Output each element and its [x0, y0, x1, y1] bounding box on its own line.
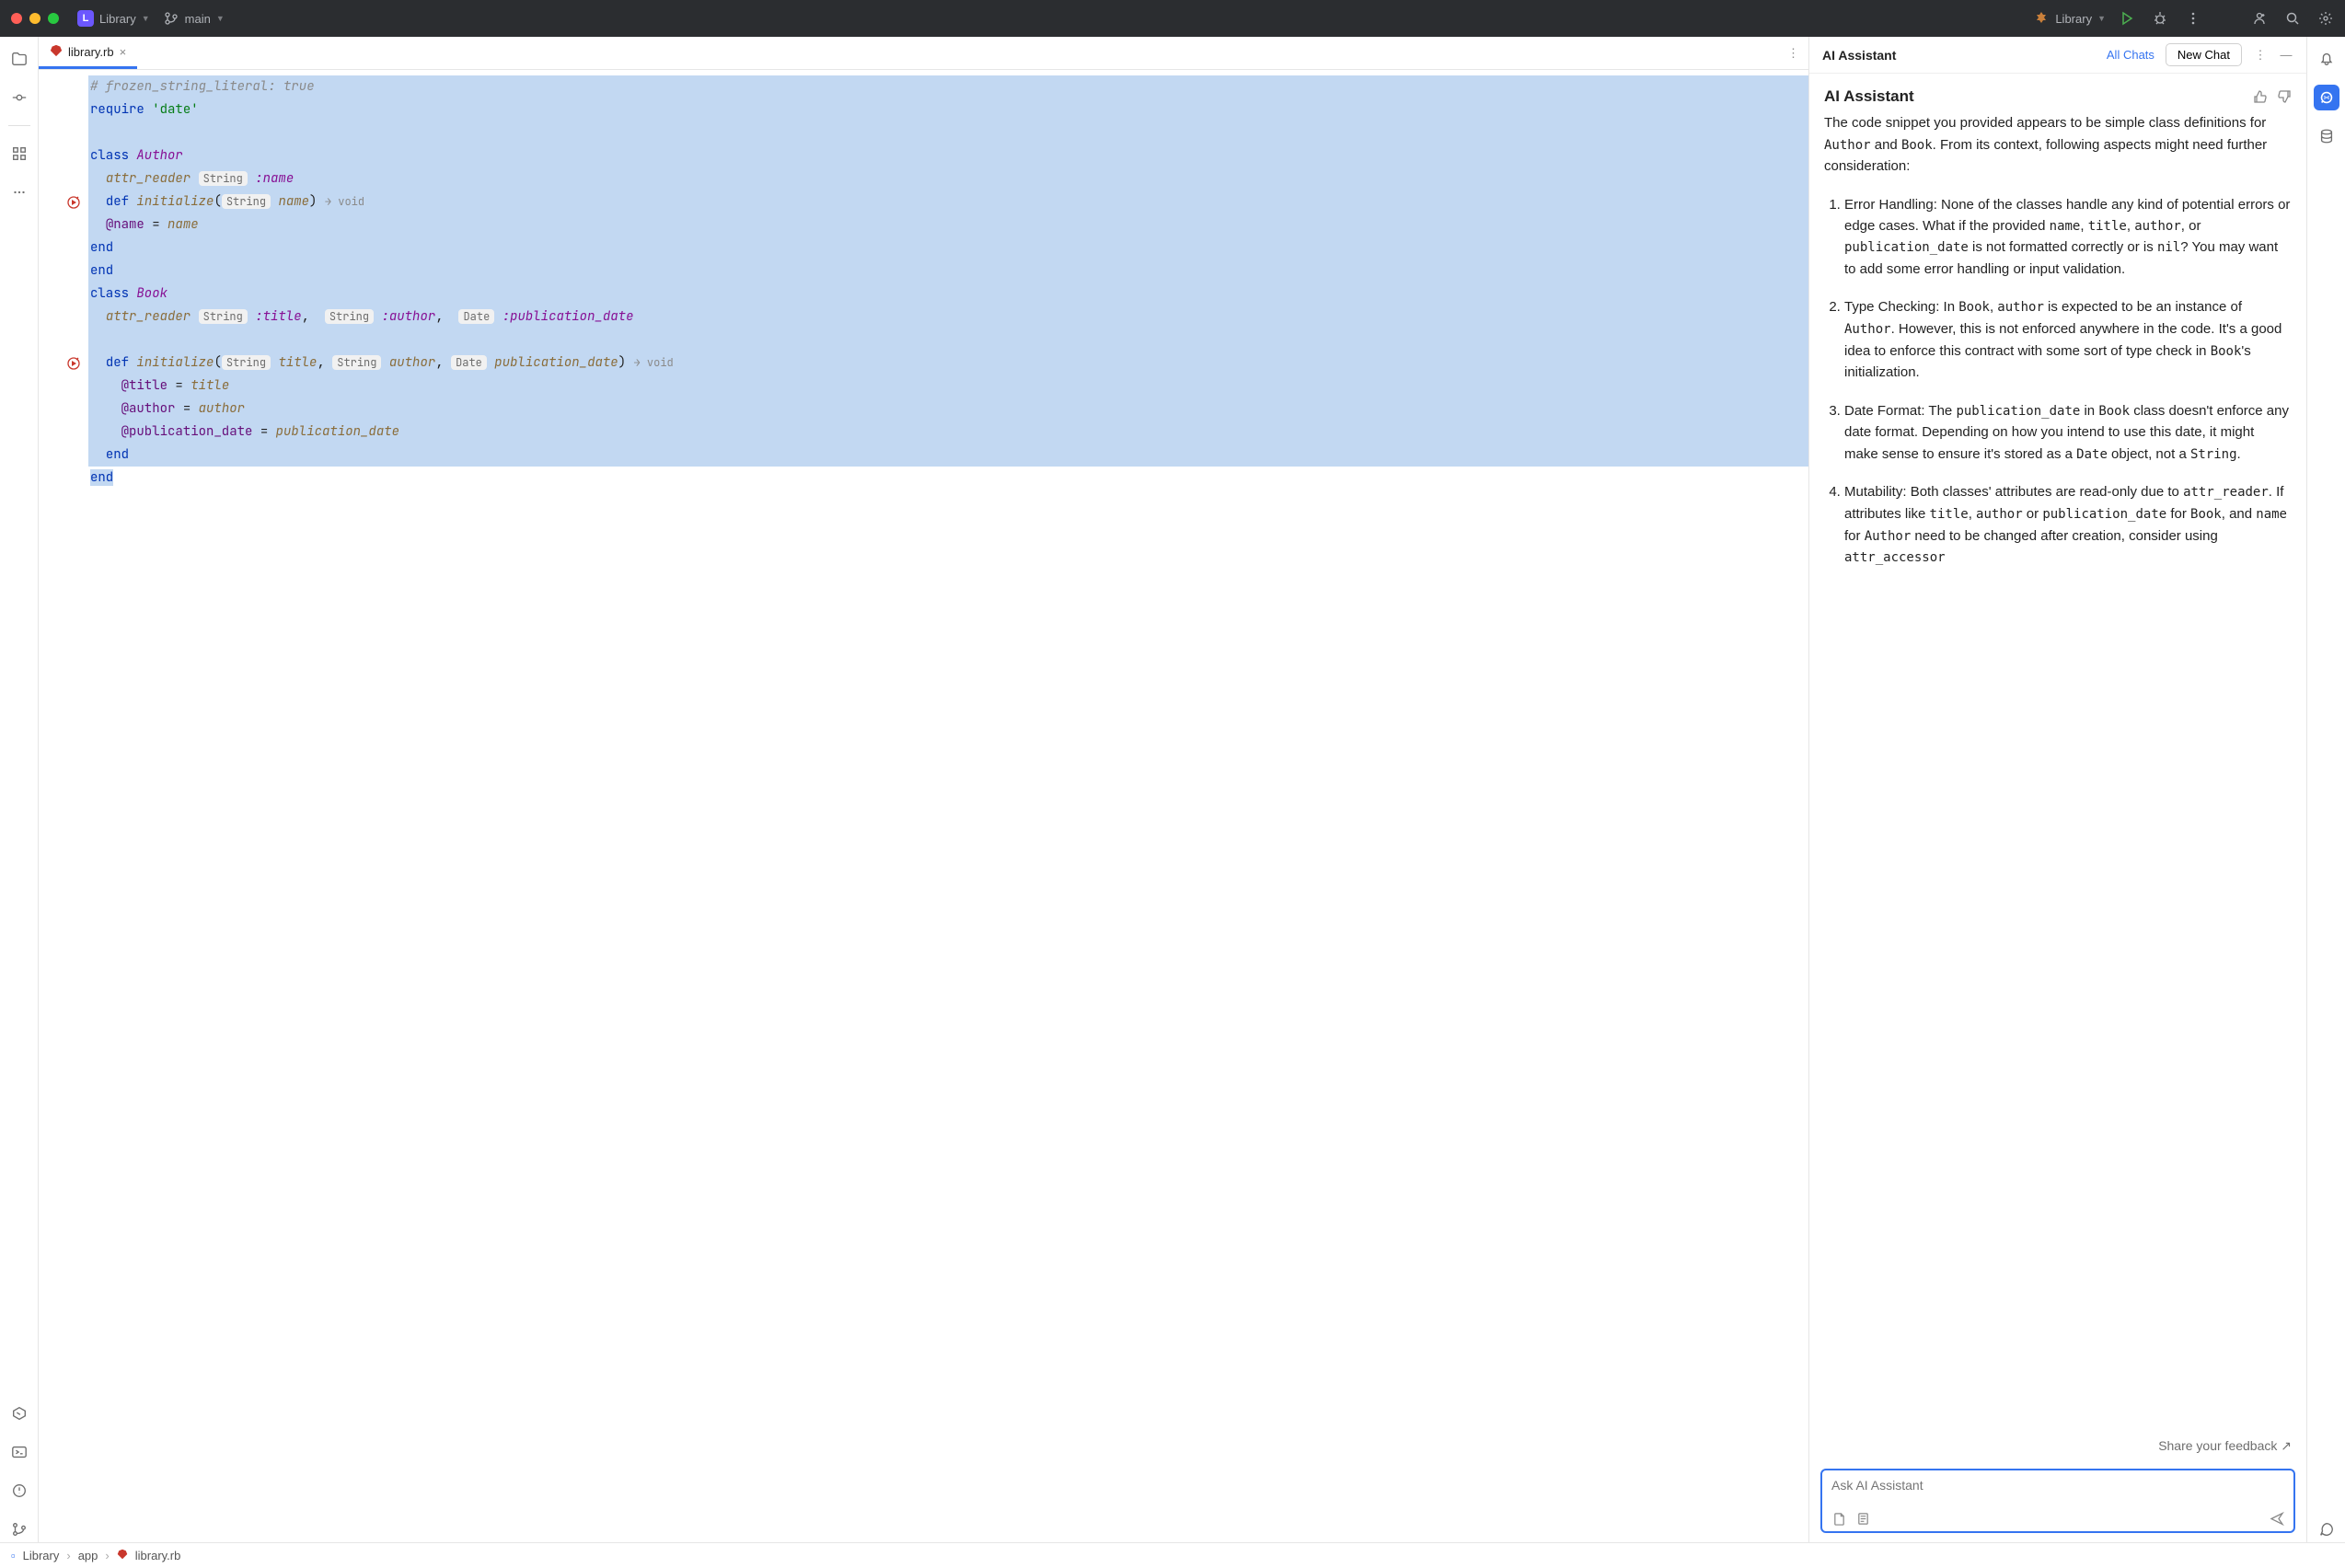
feedback-link[interactable]: Share your feedback ↗	[1809, 1435, 2306, 1461]
assistant-suggestion-item: Type Checking: In Book, author is expect…	[1844, 296, 2292, 383]
chevron-right-icon: ›	[105, 1549, 109, 1562]
assistant-suggestion-item: Date Format: The publication_date in Boo…	[1844, 400, 2292, 466]
code-area[interactable]: # frozen_string_literal: truerequire 'da…	[88, 70, 1808, 1542]
gutter-row	[81, 329, 88, 352]
editor[interactable]: # frozen_string_literal: truerequire 'da…	[39, 70, 1808, 1542]
vcs-branch-selector[interactable]: main ▼	[163, 10, 225, 27]
close-tab-icon[interactable]: ×	[120, 45, 127, 59]
close-window-icon[interactable]	[11, 13, 22, 24]
gutter-row	[81, 144, 88, 167]
tabs-more-icon[interactable]: ⋮	[1778, 46, 1808, 61]
attach-file-icon[interactable]	[1855, 1511, 1870, 1526]
new-chat-button[interactable]: New Chat	[2166, 43, 2242, 66]
assistant-suggestion-item: Error Handling: None of the classes hand…	[1844, 194, 2292, 281]
assistant-body: AI Assistant The code snippet you provid…	[1809, 74, 2306, 1435]
chevron-down-icon: ▼	[142, 14, 150, 23]
problems-tool-icon[interactable]	[6, 1478, 32, 1504]
assistant-minimize-icon[interactable]: —	[2279, 48, 2293, 63]
assistant-text-field[interactable]	[1831, 1478, 2284, 1493]
assistant-header: AI Assistant All Chats New Chat ⋮ —	[1809, 37, 2306, 74]
search-icon[interactable]	[2284, 10, 2301, 27]
more-icon[interactable]	[2185, 10, 2201, 27]
window-controls	[11, 13, 59, 24]
gutter-row	[81, 121, 88, 144]
gutter-row	[81, 75, 88, 98]
more-tools-icon[interactable]	[6, 179, 32, 205]
settings-icon[interactable]	[2317, 10, 2334, 27]
editor-column: library.rb × ⋮ # frozen_string_literal: …	[39, 37, 1809, 1542]
assistant-intro: The code snippet you provided appears to…	[1824, 112, 2292, 177]
gutter-row	[81, 421, 88, 444]
ruby-file-icon	[50, 44, 63, 60]
structure-tool-icon[interactable]	[6, 141, 32, 167]
attach-context-icon[interactable]	[1831, 1511, 1846, 1526]
assistant-input[interactable]	[1820, 1469, 2295, 1533]
minimize-window-icon[interactable]	[29, 13, 40, 24]
tab-label: library.rb	[68, 45, 114, 59]
editor-gutter	[39, 70, 88, 1542]
project-selector[interactable]: L Library ▼	[77, 10, 150, 27]
gutter-row	[81, 282, 88, 306]
gutter-row	[81, 167, 88, 190]
gutter-row[interactable]	[66, 190, 88, 213]
services-tool-icon[interactable]	[6, 1401, 32, 1426]
breadcrumb-root-icon: ▫	[11, 1549, 16, 1562]
status-bar: ▫ Library › app › library.rb	[0, 1542, 2345, 1568]
branch-name: main	[185, 12, 211, 26]
gutter-row	[81, 444, 88, 467]
notifications-icon[interactable]	[2314, 46, 2339, 72]
title-bar: L Library ▼ main ▼ Library ▼	[0, 0, 2345, 37]
assistant-suggestion-item: Mutability: Both classes' attributes are…	[1844, 481, 2292, 569]
run-config-name: Library	[2055, 12, 2092, 26]
assistant-suggestion-list: Error Handling: None of the classes hand…	[1844, 194, 2292, 570]
tab-library-rb[interactable]: library.rb ×	[39, 37, 137, 69]
gutter-row	[81, 213, 88, 236]
breadcrumb-file[interactable]: library.rb	[135, 1549, 181, 1562]
maximize-window-icon[interactable]	[48, 13, 59, 24]
gutter-row	[81, 398, 88, 421]
chevron-right-icon: ›	[66, 1549, 70, 1562]
chevron-down-icon: ▼	[2097, 14, 2106, 23]
gutter-row	[81, 236, 88, 259]
breadcrumb-folder[interactable]: app	[78, 1549, 98, 1562]
code-with-me-icon[interactable]	[2251, 10, 2268, 27]
debug-button[interactable]	[2152, 10, 2168, 27]
assistant-header-title: AI Assistant	[1822, 48, 1896, 63]
assistant-more-icon[interactable]: ⋮	[2253, 48, 2268, 63]
assistant-message-title: AI Assistant	[1824, 85, 1914, 109]
thumbs-down-icon	[2277, 89, 2292, 104]
thumbs-up-icon[interactable]	[2253, 89, 2268, 104]
project-badge: L	[77, 10, 94, 27]
vcs-tool-icon[interactable]	[6, 1516, 32, 1542]
gutter-row[interactable]	[66, 352, 88, 375]
gutter-row	[81, 98, 88, 121]
run-config-selector[interactable]: Library ▼	[2033, 10, 2106, 27]
run-config-icon	[2033, 10, 2050, 27]
gutter-row	[81, 375, 88, 398]
chevron-down-icon: ▼	[216, 14, 225, 23]
terminal-tool-icon[interactable]	[6, 1439, 32, 1465]
project-tool-icon[interactable]	[6, 46, 32, 72]
branch-icon	[163, 10, 179, 27]
run-button[interactable]	[2119, 10, 2135, 27]
gutter-row	[81, 259, 88, 282]
editor-tabs: library.rb × ⋮	[39, 37, 1808, 70]
gutter-row	[81, 306, 88, 329]
right-tool-rail	[2306, 37, 2345, 1542]
breadcrumb-root[interactable]: Library	[23, 1549, 60, 1562]
ai-assistant-tool-icon[interactable]	[2314, 85, 2339, 110]
send-icon[interactable]	[2270, 1511, 2284, 1526]
left-tool-rail	[0, 37, 39, 1542]
ai-swirl-icon[interactable]	[2314, 1516, 2339, 1542]
project-name: Library	[99, 12, 136, 26]
all-chats-link[interactable]: All Chats	[2107, 48, 2154, 62]
ai-assistant-panel: AI Assistant All Chats New Chat ⋮ — AI A…	[1809, 37, 2306, 1542]
gutter-row	[81, 467, 88, 490]
ruby-file-icon	[117, 1549, 128, 1562]
database-tool-icon[interactable]	[2314, 123, 2339, 149]
commit-tool-icon[interactable]	[6, 85, 32, 110]
